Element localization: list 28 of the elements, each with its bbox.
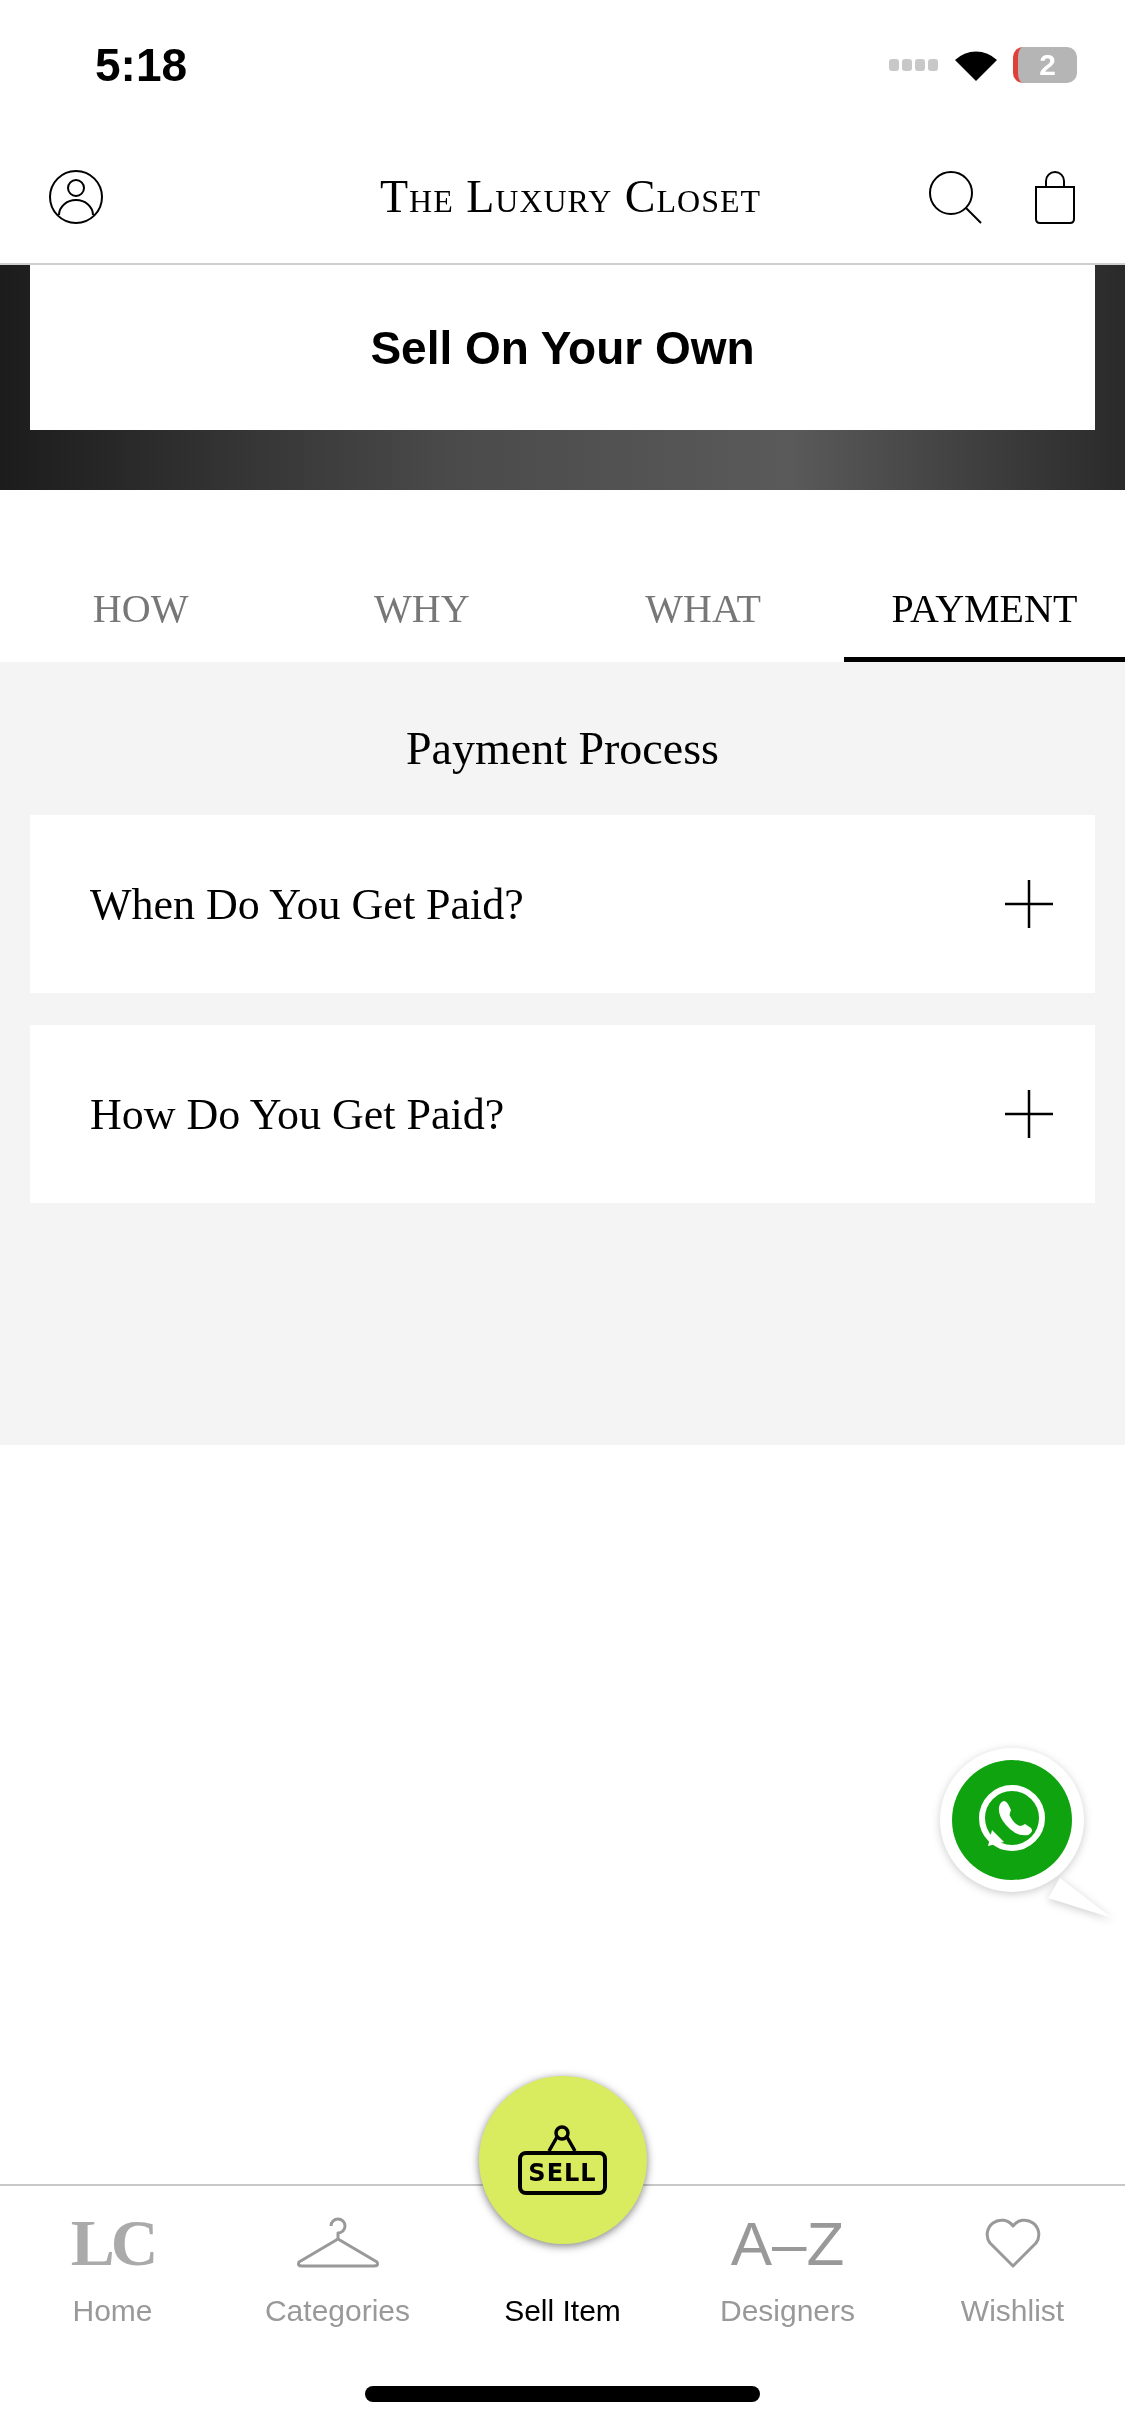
tab[interactable]: HOW [0,572,282,662]
plus-icon [1003,878,1055,930]
nav-item[interactable]: SELL Sell Item [450,2076,675,2328]
nav-item[interactable]: Categories [225,2186,450,2328]
sell-on-your-own-button[interactable]: Sell On Your Own [30,265,1095,430]
tab[interactable]: WHAT [562,572,844,662]
accordion-item[interactable]: How Do You Get Paid? [30,1025,1095,1203]
battery-icon: 2 [1013,47,1077,83]
status-time: 5:18 [95,38,188,92]
letters-icon: A–Z [730,2207,845,2279]
search-icon[interactable] [927,168,983,225]
hanger-icon [294,2216,381,2270]
accordion-item[interactable]: When Do You Get Paid? [30,815,1095,993]
wifi-icon [953,48,999,82]
accordion-title: When Do You Get Paid? [90,878,524,930]
section-title: Payment Process [405,722,720,775]
brand-logo: The Luxury Closet [379,170,762,223]
profile-icon[interactable] [48,168,104,225]
monogram-icon: LC [70,2205,155,2281]
sell-text: SELL [518,2151,607,2195]
accordion-title: How Do You Get Paid? [90,1088,505,1140]
tab[interactable]: WHY [281,572,563,662]
plus-icon [1003,1088,1055,1140]
nav-item[interactable]: A–Z Designers [675,2186,900,2328]
nav-item[interactable]: Wishlist [900,2186,1125,2328]
shopping-bag-icon[interactable] [1033,168,1077,225]
signal-icon [889,58,939,72]
nav-item[interactable]: LC Home [0,2186,225,2328]
